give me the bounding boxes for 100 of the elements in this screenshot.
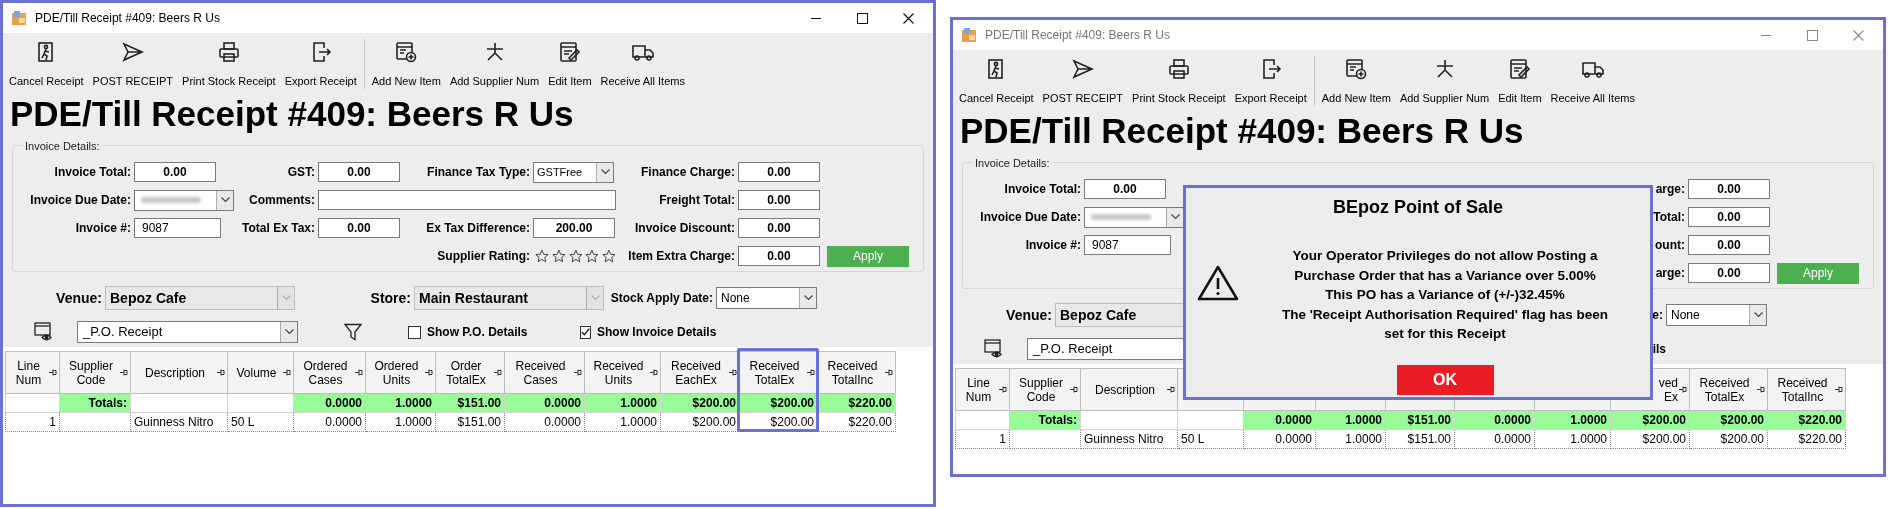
column-header[interactable]: Received TotalInc — [817, 351, 896, 394]
chevron-down-icon — [590, 295, 600, 301]
toolbar-button[interactable]: POST RECEIPT — [90, 37, 176, 91]
pin-icon[interactable] — [885, 369, 893, 376]
view-layout-icon[interactable] — [34, 322, 54, 342]
star-icon[interactable] — [535, 249, 549, 263]
pin-icon[interactable] — [1070, 386, 1078, 393]
number-field[interactable]: 0.00 — [1084, 179, 1166, 199]
pin-icon[interactable] — [1679, 386, 1687, 393]
column-header[interactable]: Ordered Units — [365, 351, 436, 394]
date-dropdown[interactable] — [134, 189, 234, 211]
text-field[interactable]: 9087 — [1084, 235, 1171, 255]
toolbar-button[interactable]: Print Stock Receipt — [1130, 54, 1228, 108]
pin-icon[interactable] — [1757, 386, 1765, 393]
minimize-icon — [1761, 34, 1771, 36]
pin-icon[interactable] — [650, 369, 658, 376]
column-header[interactable]: Received TotalInc — [1767, 368, 1846, 411]
column-header[interactable]: Line Num — [955, 368, 1010, 411]
number-field[interactable]: 0.00 — [738, 218, 820, 238]
star-icon[interactable] — [551, 249, 566, 263]
pin-icon[interactable] — [1835, 386, 1843, 393]
date-dropdown[interactable]: None — [1666, 304, 1767, 326]
toolbar-button[interactable]: Add New Item — [369, 37, 443, 91]
toolbar-button[interactable]: Receive All Items — [1548, 54, 1637, 108]
page-heading: PDE/Till Receipt #409: Beers R Us — [960, 112, 1524, 148]
date-dropdown[interactable] — [1084, 206, 1184, 228]
checkbox[interactable] — [408, 325, 421, 339]
text-field[interactable]: 9087 — [134, 218, 221, 238]
toolbar-button[interactable]: Add Supplier Num — [1397, 54, 1492, 108]
number-field[interactable]: 0.00 — [318, 162, 400, 182]
toolbar-button[interactable]: Edit Item — [546, 37, 594, 91]
toolbar-button[interactable]: Cancel Receipt — [7, 37, 86, 91]
star-icon[interactable] — [602, 249, 616, 263]
column-header[interactable]: Supplier Code — [1009, 368, 1081, 411]
pin-icon[interactable] — [729, 369, 737, 376]
layout-dropdown[interactable]: _P.O. Receipt — [77, 321, 298, 343]
toolbar-button[interactable]: Export Receipt — [282, 37, 359, 91]
ok-button[interactable]: OK — [1396, 364, 1494, 395]
star-icon[interactable] — [585, 249, 600, 263]
redacted-date — [141, 195, 201, 205]
pin-icon[interactable] — [49, 369, 57, 376]
checkbox-label: Show Invoice Details — [597, 324, 717, 341]
pin-icon[interactable] — [494, 369, 502, 376]
pin-icon[interactable] — [1167, 386, 1175, 393]
column-header[interactable]: Received EachEx — [660, 351, 740, 394]
column-header[interactable]: Received Cases — [504, 351, 585, 394]
number-field[interactable]: 200.00 — [533, 218, 615, 238]
number-field[interactable]: 0.00 — [134, 162, 216, 182]
chevron-down-icon — [281, 295, 291, 301]
column-header[interactable]: Ordered Cases — [293, 351, 366, 394]
pin-icon[interactable] — [217, 369, 225, 376]
maximize-icon — [856, 12, 868, 24]
number-field[interactable]: 0.00 — [1688, 263, 1770, 283]
comments-field[interactable] — [318, 190, 616, 210]
tax-type-dropdown[interactable]: GSTFree — [533, 161, 614, 183]
view-layout-icon[interactable] — [984, 339, 1004, 359]
pin-icon[interactable] — [999, 386, 1007, 393]
pin-icon[interactable] — [807, 369, 815, 376]
field-label: GST: — [287, 164, 316, 181]
number-field[interactable]: 0.00 — [318, 218, 400, 238]
number-field[interactable]: 0.00 — [738, 190, 820, 210]
number-field[interactable]: 0.00 — [1688, 235, 1770, 255]
pin-icon[interactable] — [574, 369, 582, 376]
column-header[interactable]: Received Units — [584, 351, 661, 394]
toolbar-button[interactable]: POST RECEIPT — [1040, 54, 1126, 108]
column-header[interactable]: Description — [1080, 368, 1178, 411]
toolbar-button[interactable]: Edit Item — [1496, 54, 1544, 108]
number-field[interactable]: 0.00 — [738, 162, 820, 182]
edit-document-icon — [557, 40, 582, 64]
warning-icon — [1197, 265, 1239, 301]
column-header[interactable]: Line Num — [5, 351, 60, 394]
toolbar-button[interactable]: Cancel Receipt — [957, 54, 1036, 108]
pin-icon[interactable] — [425, 369, 433, 376]
toolbar-button[interactable]: Print Stock Receipt — [180, 37, 278, 91]
pin-icon[interactable] — [120, 369, 128, 376]
column-header[interactable]: Received TotalEx — [1689, 368, 1768, 411]
column-header[interactable]: Order TotalEx — [435, 351, 505, 394]
column-header[interactable]: Volume — [227, 351, 294, 394]
column-header[interactable]: Description — [130, 351, 228, 394]
pin-icon[interactable] — [355, 369, 363, 376]
field-label: Supplier Rating: — [437, 248, 531, 265]
filter-icon[interactable] — [344, 323, 362, 341]
field-label: Venue: — [1006, 305, 1053, 325]
column-header[interactable]: Supplier Code — [59, 351, 131, 394]
star-icon[interactable] — [568, 249, 583, 263]
toolbar-button[interactable]: Receive All Items — [598, 37, 687, 91]
number-field[interactable]: 0.00 — [738, 246, 820, 266]
toolbar-button[interactable]: Add Supplier Num — [447, 37, 542, 91]
add-document-icon — [394, 40, 419, 64]
number-field[interactable]: 0.00 — [1688, 207, 1770, 227]
column-header[interactable]: Received TotalEx — [739, 351, 818, 394]
toolbar-button[interactable]: Add New Item — [1319, 54, 1393, 108]
date-dropdown[interactable]: None — [716, 287, 817, 309]
printer-icon — [1166, 57, 1191, 81]
pin-icon[interactable] — [283, 369, 291, 376]
toolbar-button[interactable]: Export Receipt — [1232, 54, 1309, 108]
checkbox[interactable] — [580, 325, 591, 339]
number-field[interactable]: 0.00 — [1688, 179, 1770, 199]
field-label: Item Extra Charge: — [628, 248, 736, 265]
chevron-down-icon — [600, 169, 610, 175]
